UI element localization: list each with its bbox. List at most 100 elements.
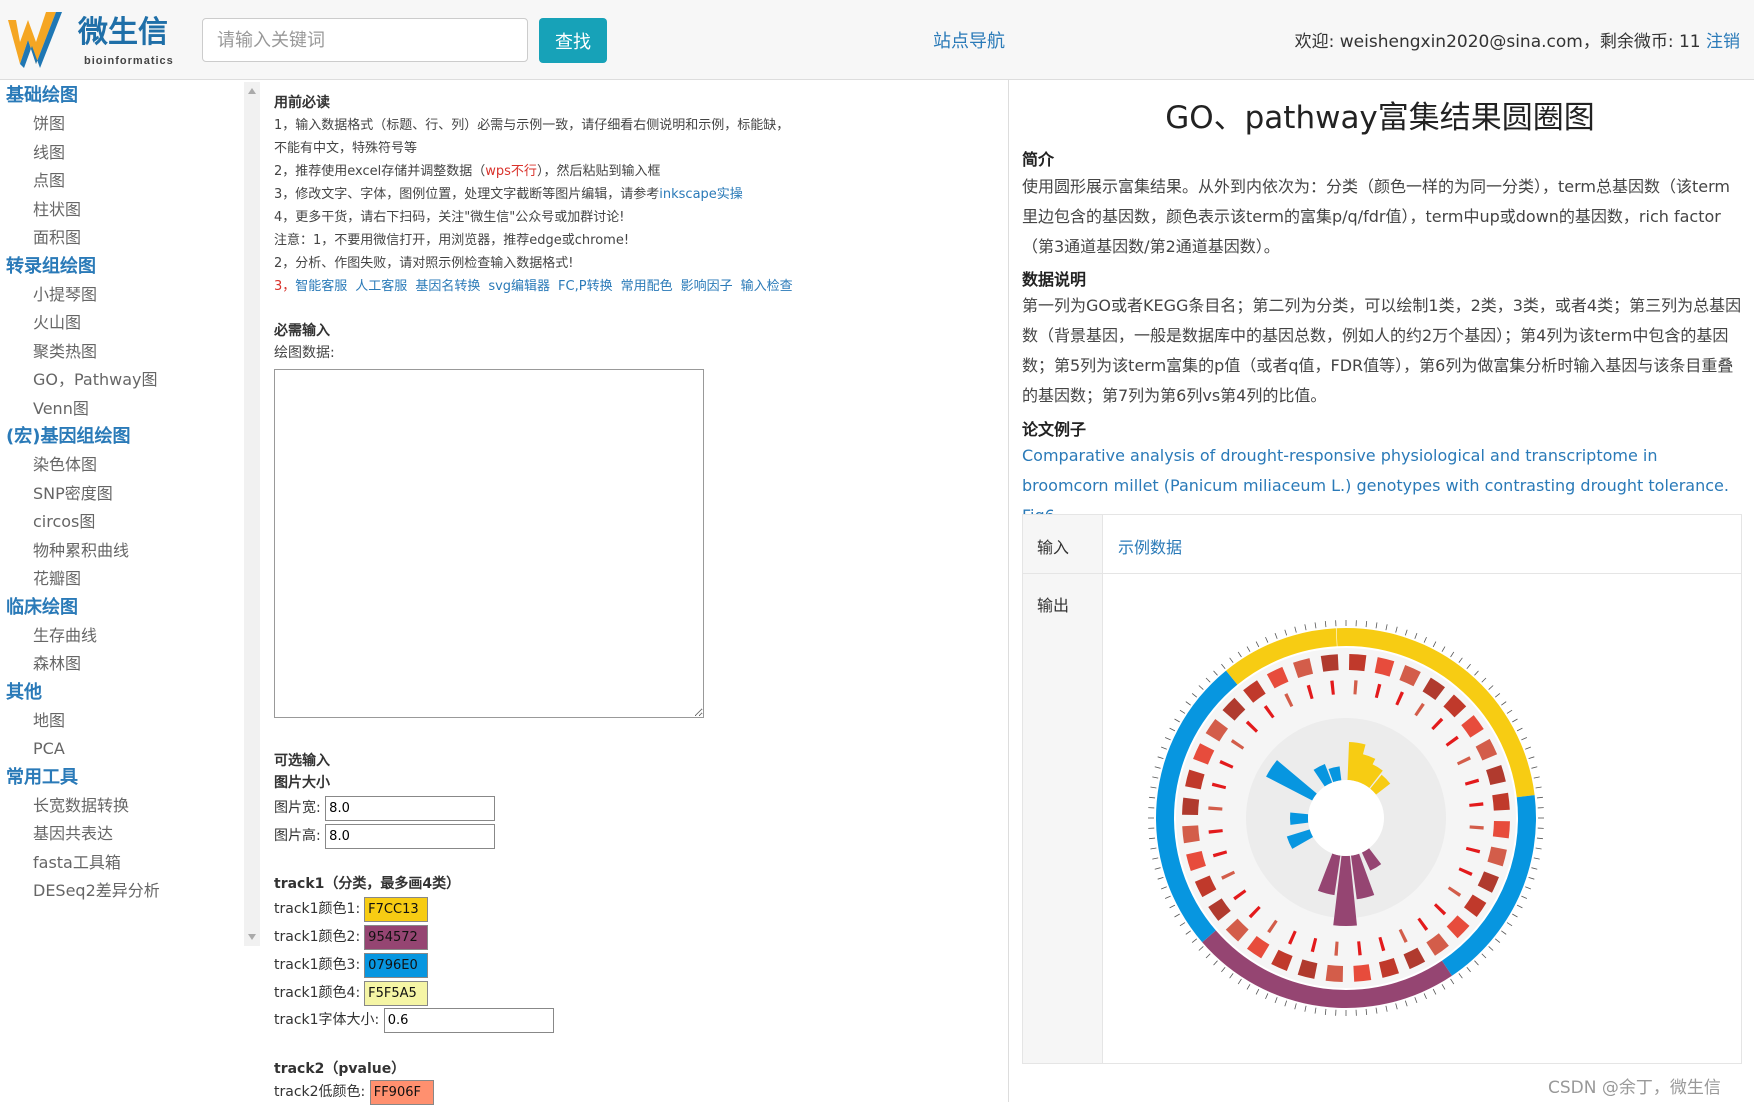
tick-mark [1285, 1001, 1287, 1007]
tool-link[interactable]: 常用配色 [621, 279, 673, 294]
tick-mark [1424, 993, 1426, 998]
tick-mark [1376, 622, 1377, 628]
sidebar-item[interactable]: 物种累积曲线 [0, 537, 232, 566]
logo-mark-icon: 微生信 bioinformatics [6, 6, 176, 70]
paper-heading: 论文例子 [1022, 416, 1086, 440]
sidebar-item[interactable]: DESeq2差异分析 [0, 877, 232, 906]
tool-link[interactable]: 人工客服 [355, 279, 407, 294]
sidebar-item[interactable]: 面积图 [0, 224, 232, 253]
sidebar-item[interactable]: fasta工具箱 [0, 849, 232, 878]
tick-mark [1467, 664, 1471, 669]
sidebar-category[interactable]: 基础绘图 [0, 82, 232, 110]
tick-mark [1386, 624, 1387, 630]
tool-link[interactable]: FC,P转换 [558, 279, 613, 294]
tick-mark [1149, 838, 1155, 839]
tick-mark [1230, 658, 1234, 663]
sidebar-category[interactable]: 转录组绘图 [0, 253, 232, 281]
sidebar-item[interactable]: 柱状图 [0, 196, 232, 225]
pvalue-block [1353, 964, 1371, 982]
width-row: 图片宽: [274, 795, 495, 821]
tick-mark [1512, 914, 1517, 917]
tick-mark [1517, 728, 1522, 731]
track1-font-row: track1字体大小: [274, 1007, 554, 1033]
inkscape-link[interactable]: inkscape实操 [659, 187, 743, 202]
sidebar-item[interactable]: 线图 [0, 139, 232, 168]
tick-mark [1376, 1008, 1377, 1014]
sidebar-item[interactable]: Venn图 [0, 395, 232, 424]
search-button[interactable]: 查找 [539, 18, 607, 63]
sidebar-item[interactable]: 火山图 [0, 309, 232, 338]
tool-link[interactable]: svg编辑器 [488, 279, 550, 294]
sidebar-item[interactable]: 长宽数据转换 [0, 792, 232, 821]
tick-mark [1495, 939, 1500, 943]
warning-text: wps不行 [485, 164, 537, 179]
sample-data-link[interactable]: 示例数据 [1118, 534, 1182, 558]
note-links-line: 3，智能客服人工客服基因名转换svg编辑器FC,P转换常用配色影响因子输入检查 [274, 275, 1014, 298]
tick-mark [1170, 728, 1175, 731]
track1-font-input[interactable] [384, 1008, 554, 1033]
tool-link[interactable]: 智能客服 [295, 279, 347, 294]
sidebar-item[interactable]: 小提琴图 [0, 281, 232, 310]
tick-mark [1175, 914, 1180, 917]
sidebar-category[interactable]: 其他 [0, 679, 232, 707]
track1-color-label: track1颜色3: [274, 957, 360, 973]
tool-link[interactable]: 基因名转换 [415, 279, 480, 294]
height-input[interactable] [325, 824, 495, 849]
site-nav-link[interactable]: 站点导航 [933, 27, 1005, 53]
pvalue-block [1326, 965, 1343, 982]
tick-mark [1230, 973, 1234, 978]
instruction-line: 1，输入数据格式（标题、行、列）必需与示例一致，请仔细看右侧说明和示例，标能缺， [274, 114, 1014, 137]
tick-mark [1531, 767, 1537, 769]
sidebar-category[interactable]: 临床绘图 [0, 594, 232, 622]
scroll-down-icon[interactable] [248, 934, 256, 940]
sidebar-item[interactable]: 花瓣图 [0, 565, 232, 594]
track1-color-input[interactable]: F7CC13 [364, 897, 428, 922]
sidebar-item[interactable]: 点图 [0, 167, 232, 196]
sidebar-item[interactable]: circos图 [0, 508, 232, 537]
sidebar-item[interactable]: 基因共表达 [0, 820, 232, 849]
note-line: 注意：1，不要用微信打开，用浏览器，推荐edge或chrome! [274, 229, 1014, 252]
tick-mark [1285, 630, 1287, 636]
tick-mark [1158, 757, 1164, 759]
track1-color-input[interactable]: F5F5A5 [364, 981, 428, 1006]
site-logo[interactable]: 微生信 bioinformatics [6, 6, 176, 70]
pvalue-block [1182, 825, 1200, 843]
sidebar-category[interactable]: (宏)基因组绘图 [0, 423, 232, 451]
sidebar-item[interactable]: GO，Pathway图 [0, 366, 232, 395]
sidebar-item[interactable]: 饼图 [0, 110, 232, 139]
tick-mark [1537, 797, 1543, 798]
sidebar-item[interactable]: SNP密度图 [0, 480, 232, 509]
scroll-up-icon[interactable] [248, 88, 256, 94]
sidebar-scrollbar[interactable] [244, 82, 260, 946]
sidebar-item[interactable]: 森林图 [0, 650, 232, 679]
sidebar-item[interactable]: 生存曲线 [0, 622, 232, 651]
tick-mark [1325, 1009, 1326, 1015]
track2-low-color-input[interactable]: FF906F [370, 1080, 434, 1105]
sidebar-item[interactable]: 染色体图 [0, 451, 232, 480]
tool-link[interactable]: 影响因子 [681, 279, 733, 294]
watermark: CSDN @余丁，微生信 [1548, 1073, 1721, 1098]
track1-color-input[interactable]: 0796E0 [364, 953, 428, 978]
logo-text: 微生信 [77, 16, 168, 49]
tick-mark [1186, 931, 1191, 935]
tick-mark [1531, 868, 1537, 870]
sidebar-item[interactable]: 地图 [0, 707, 232, 736]
tick-mark [1158, 877, 1164, 879]
track1-color-input[interactable]: 954572 [364, 925, 428, 950]
sidebar-category[interactable]: 常用工具 [0, 764, 232, 792]
plot-data-textarea[interactable] [274, 369, 704, 718]
sidebar-item[interactable]: PCA [0, 735, 232, 764]
tick-mark [1315, 1008, 1316, 1014]
tool-link[interactable]: 输入检查 [741, 279, 793, 294]
instruction-text: 3，修改文字、字体，图例位置，处理文字截断等图片编辑，请参考 [274, 187, 659, 202]
output-label: 输出 [1037, 592, 1069, 616]
logout-link[interactable]: 注销 [1706, 32, 1740, 52]
tick-mark [1221, 664, 1225, 669]
page-title: GO、pathway富集结果圆圈图 [1020, 92, 1740, 137]
search-input[interactable] [202, 18, 528, 62]
sidebar-item[interactable]: 聚类热图 [0, 338, 232, 367]
tick-mark [1459, 658, 1463, 663]
tick-mark [1396, 1003, 1398, 1009]
tick-mark [1275, 633, 1277, 639]
width-input[interactable] [325, 796, 495, 821]
